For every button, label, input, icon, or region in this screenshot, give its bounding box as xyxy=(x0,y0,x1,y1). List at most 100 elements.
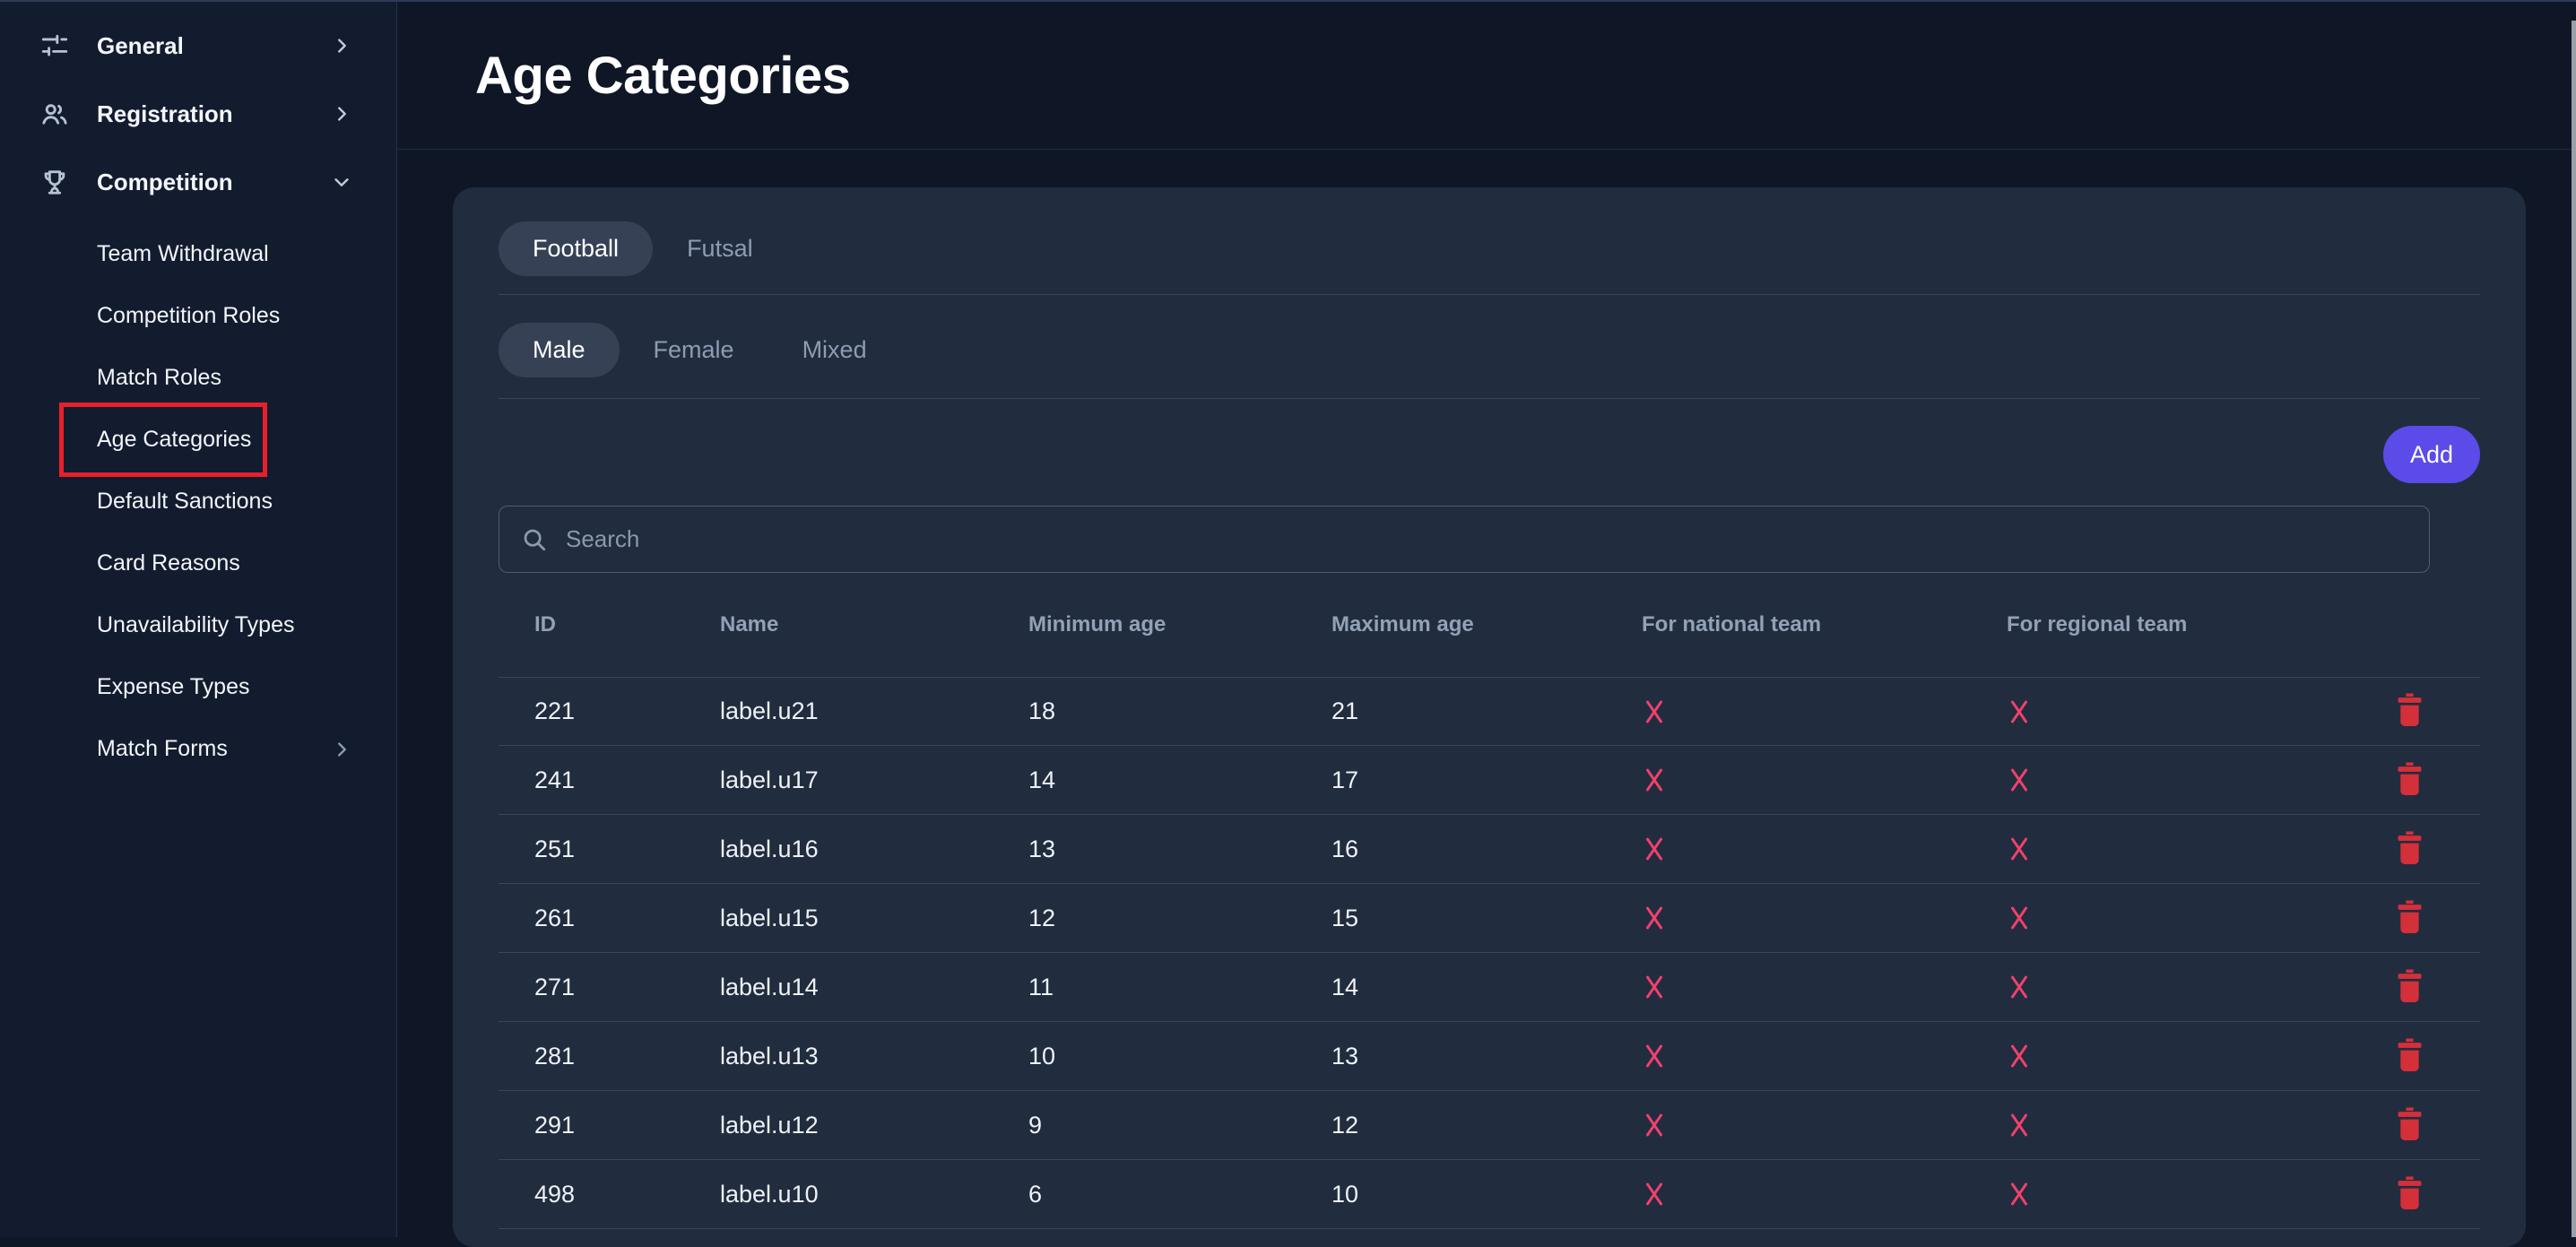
sidebar-item-label: Team Withdrawal xyxy=(97,241,269,267)
delete-row-button[interactable] xyxy=(2391,1035,2428,1078)
delete-row-button[interactable] xyxy=(2391,827,2428,871)
cell-name: label.u15 xyxy=(720,905,1028,932)
sidebar-item-default-sanctions[interactable]: Default Sanctions xyxy=(0,471,396,533)
x-icon xyxy=(2007,1181,2338,1208)
col-header-regional: For regional team xyxy=(2007,612,2338,637)
table-row: 498label.u10610 xyxy=(499,1160,2480,1229)
gender-tabs: Male Female Mixed xyxy=(499,323,2480,377)
x-icon xyxy=(1642,1181,2007,1208)
col-header-national: For national team xyxy=(1642,612,2007,637)
table-body: 221label.u211821241label.u171417251label… xyxy=(499,677,2480,1229)
divider xyxy=(499,398,2480,399)
cell-min-age: 18 xyxy=(1028,697,1331,725)
tab-futsal[interactable]: Futsal xyxy=(653,221,787,276)
tab-football[interactable]: Football xyxy=(499,221,653,276)
cell-min-age: 11 xyxy=(1028,974,1331,1001)
add-button[interactable]: Add xyxy=(2383,426,2480,483)
sidebar-item-general[interactable]: General xyxy=(0,12,396,80)
delete-row-button[interactable] xyxy=(2391,758,2428,802)
x-icon xyxy=(1642,698,2007,725)
cell-min-age: 13 xyxy=(1028,836,1331,863)
cell-id: 221 xyxy=(534,697,720,725)
search-icon xyxy=(521,526,548,553)
sidebar-item-label: General xyxy=(97,32,184,60)
cell-id: 261 xyxy=(534,905,720,932)
regional-team-flag xyxy=(2007,836,2338,862)
cell-max-age: 21 xyxy=(1331,697,1642,725)
sport-tabs: Football Futsal xyxy=(499,221,2480,276)
national-team-flag xyxy=(1642,836,2007,862)
sidebar-item-card-reasons[interactable]: Card Reasons xyxy=(0,533,396,594)
tab-female[interactable]: Female xyxy=(620,323,768,377)
sidebar-item-label: Card Reasons xyxy=(97,550,240,576)
table-row: 221label.u211821 xyxy=(499,677,2480,746)
delete-row-button[interactable] xyxy=(2391,896,2428,940)
sidebar-item-competition[interactable]: Competition xyxy=(0,148,396,216)
col-header-name: Name xyxy=(720,612,1028,637)
cell-name: label.u13 xyxy=(720,1043,1028,1070)
search-input[interactable] xyxy=(564,524,2407,554)
x-icon xyxy=(2007,836,2338,862)
sidebar-item-competition-roles[interactable]: Competition Roles xyxy=(0,285,396,347)
page-header: Age Categories xyxy=(397,2,2576,150)
cell-max-age: 17 xyxy=(1331,766,1642,794)
sidebar-item-unavailability-types[interactable]: Unavailability Types xyxy=(0,594,396,656)
page-content: Football Futsal Male Female Mixed Add xyxy=(397,150,2576,1247)
sidebar-item-match-forms[interactable]: Match Forms xyxy=(0,718,396,780)
cell-max-age: 15 xyxy=(1331,905,1642,932)
col-header-min-age: Minimum age xyxy=(1028,612,1331,637)
sidebar-item-match-roles[interactable]: Match Roles xyxy=(0,347,396,409)
sidebar-item-team-withdrawal[interactable]: Team Withdrawal xyxy=(0,223,396,285)
main-area: Age Categories Football Futsal Male Fema… xyxy=(397,2,2576,1237)
col-header-max-age: Maximum age xyxy=(1331,612,1642,637)
table-row: 291label.u12912 xyxy=(499,1091,2480,1160)
cell-min-age: 10 xyxy=(1028,1043,1331,1070)
sidebar-item-label: Match Roles xyxy=(97,365,221,391)
vertical-scrollbar[interactable] xyxy=(2572,21,2576,1237)
regional-team-flag xyxy=(2007,1181,2338,1208)
national-team-flag xyxy=(1642,698,2007,725)
cell-max-age: 14 xyxy=(1331,974,1642,1001)
sidebar-item-age-categories[interactable]: Age Categories xyxy=(0,409,396,471)
sidebar: General Registration xyxy=(0,2,397,1237)
sidebar-item-label: Default Sanctions xyxy=(97,489,273,515)
sidebar-item-registration[interactable]: Registration xyxy=(0,80,396,148)
x-icon xyxy=(2007,1043,2338,1069)
sidebar-item-label: Unavailability Types xyxy=(97,612,294,638)
cell-actions xyxy=(2338,1104,2480,1147)
divider xyxy=(499,294,2480,295)
trash-icon xyxy=(2395,969,2424,1006)
national-team-flag xyxy=(1642,1043,2007,1069)
regional-team-flag xyxy=(2007,766,2338,793)
sidebar-item-expense-types[interactable]: Expense Types xyxy=(0,656,396,718)
national-team-flag xyxy=(1642,766,2007,793)
delete-row-button[interactable] xyxy=(2391,689,2428,733)
chevron-right-icon xyxy=(332,104,351,124)
trash-icon xyxy=(2395,900,2424,937)
x-icon xyxy=(2007,1112,2338,1139)
x-icon xyxy=(2007,974,2338,1000)
col-header-id: ID xyxy=(534,612,720,637)
sidebar-item-label: Match Forms xyxy=(97,736,228,762)
national-team-flag xyxy=(1642,1112,2007,1139)
people-icon xyxy=(39,99,70,129)
cell-max-age: 12 xyxy=(1331,1112,1642,1139)
delete-row-button[interactable] xyxy=(2391,1104,2428,1147)
sidebar-item-label: Competition xyxy=(97,169,233,196)
delete-row-button[interactable] xyxy=(2391,1173,2428,1217)
tab-male[interactable]: Male xyxy=(499,323,620,377)
cell-actions xyxy=(2338,689,2480,733)
competition-submenu: Team Withdrawal Competition Roles Match Ro… xyxy=(0,223,396,780)
cell-id: 271 xyxy=(534,974,720,1001)
delete-row-button[interactable] xyxy=(2391,966,2428,1009)
cell-actions xyxy=(2338,827,2480,871)
x-icon xyxy=(2007,698,2338,725)
app-root: General Registration xyxy=(0,0,2576,1237)
cell-actions xyxy=(2338,966,2480,1009)
age-categories-card: Football Futsal Male Female Mixed Add xyxy=(453,187,2526,1247)
tab-mixed[interactable]: Mixed xyxy=(768,323,901,377)
cell-id: 251 xyxy=(534,836,720,863)
x-icon xyxy=(1642,1043,2007,1069)
cell-actions xyxy=(2338,1035,2480,1078)
cell-id: 498 xyxy=(534,1181,720,1208)
